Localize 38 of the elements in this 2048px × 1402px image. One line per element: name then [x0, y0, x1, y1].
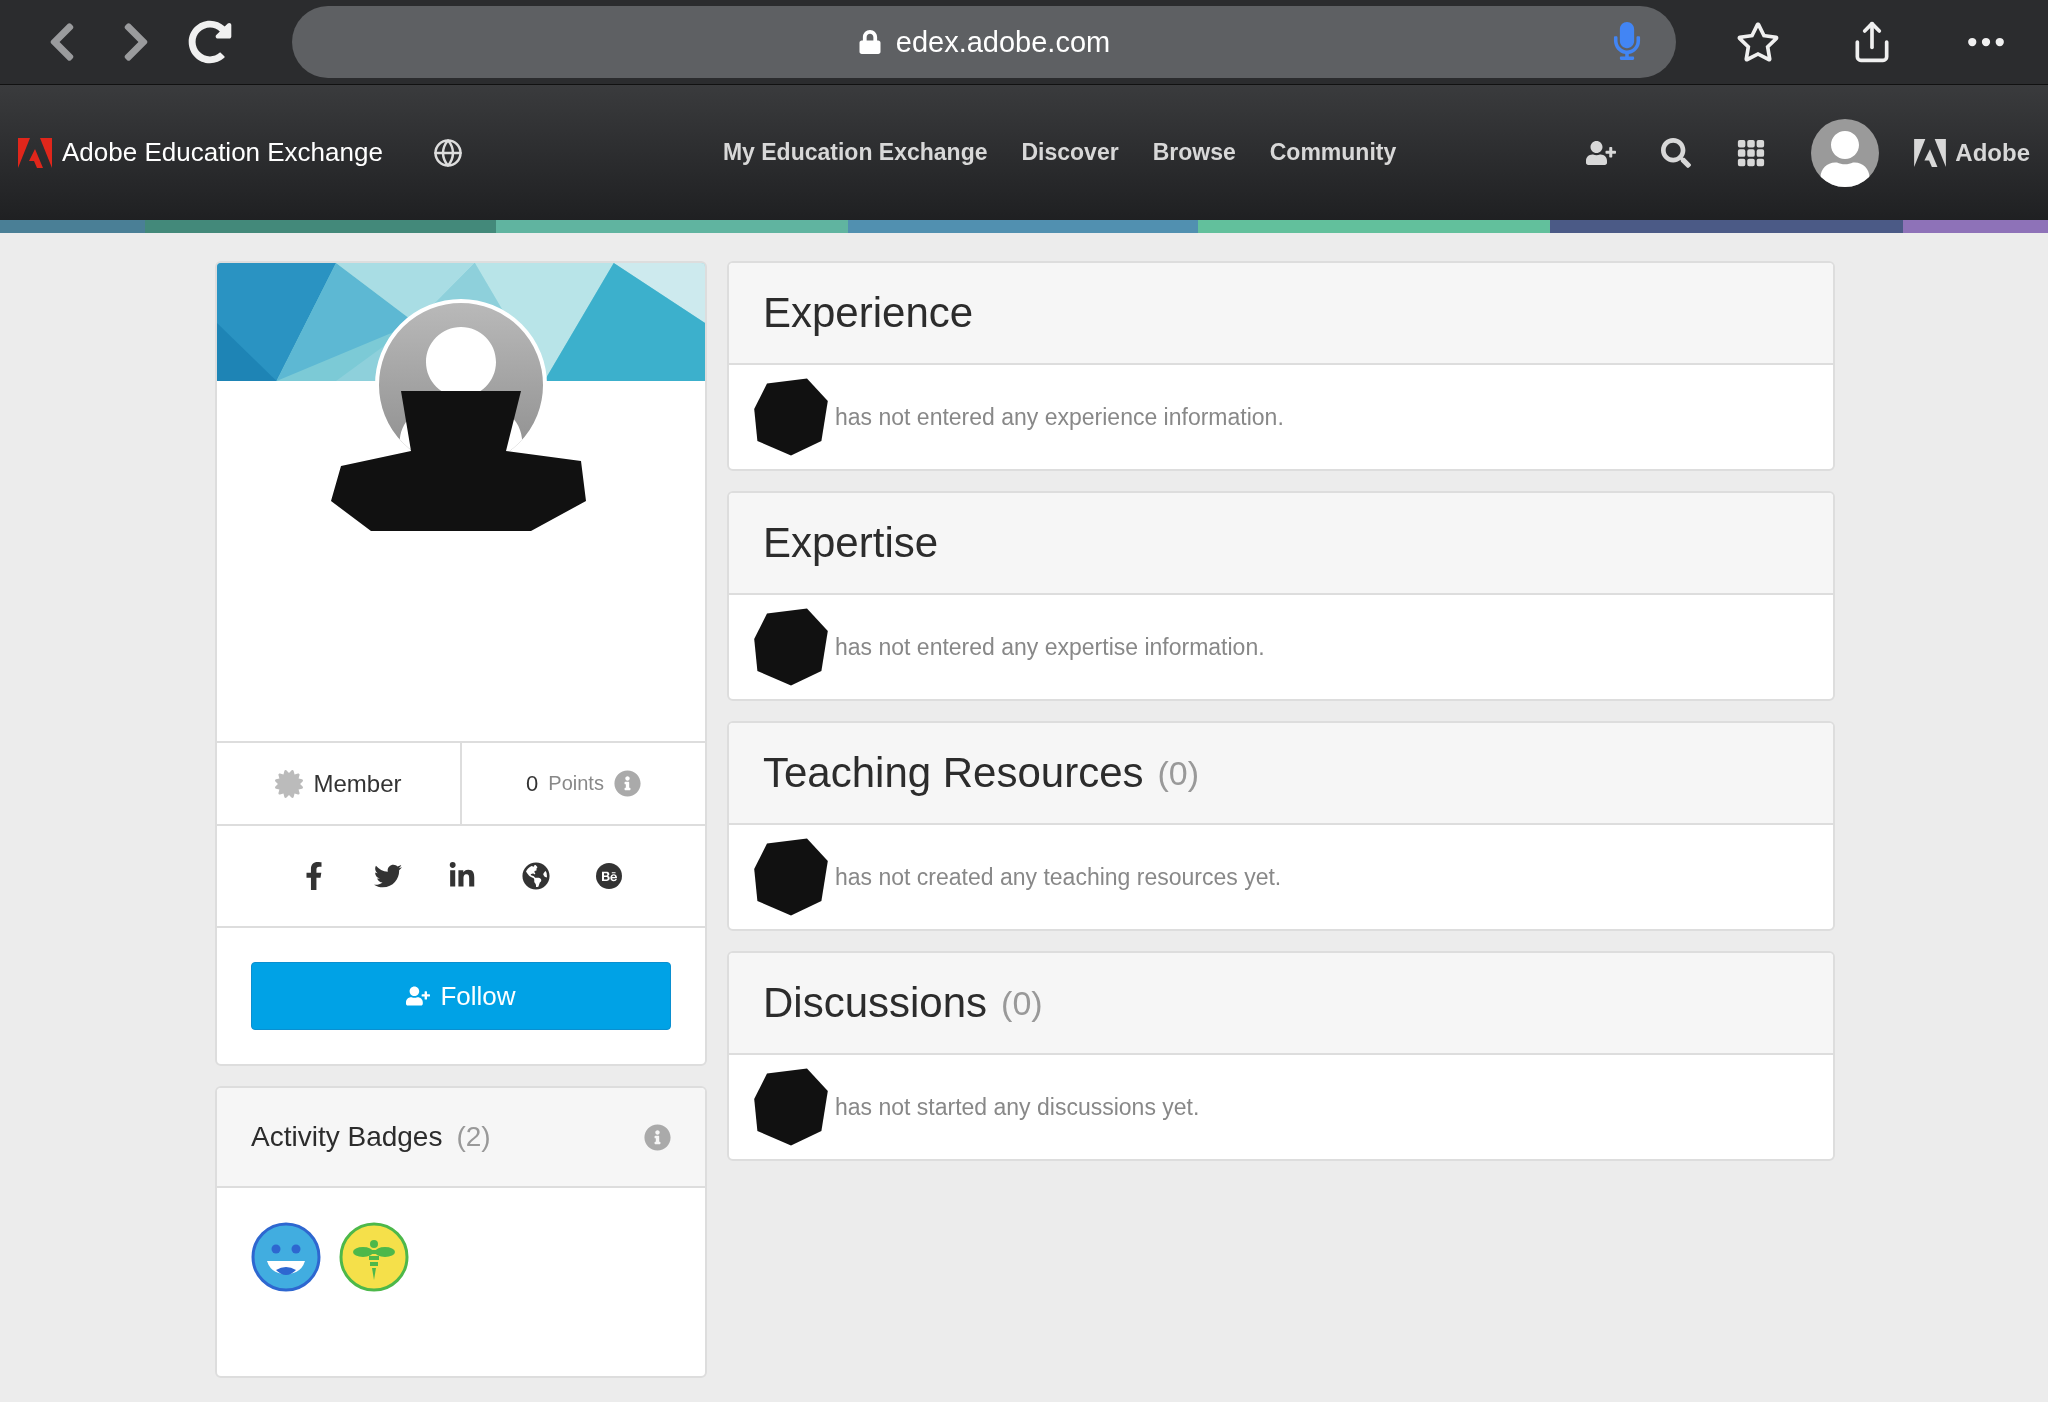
nav-link[interactable]: My Education Exchange — [722, 139, 988, 166]
add-user-icon — [406, 984, 431, 1008]
section-count: (0) — [1001, 983, 1043, 1023]
behance-icon[interactable] — [596, 863, 622, 889]
empty-message: has not started any discussions yet. — [835, 1093, 1200, 1121]
badges-count: (2) — [456, 1121, 491, 1153]
section-title: Discussions — [763, 979, 988, 1027]
points-label: Points — [548, 772, 604, 795]
linkedin-icon[interactable] — [448, 862, 476, 890]
reload-icon[interactable] — [188, 20, 232, 64]
star-icon[interactable] — [1736, 20, 1780, 64]
site-title[interactable]: Adobe Education Exchange — [62, 137, 383, 168]
section-title: Expertise — [763, 519, 939, 567]
section-count: (0) — [1157, 753, 1200, 793]
empty-message: has not entered any expertise information. — [835, 633, 1265, 661]
apps-grid-icon[interactable] — [1736, 137, 1767, 168]
logo-icon[interactable] — [18, 137, 52, 168]
twitter-icon[interactable] — [374, 862, 402, 890]
globe-icon[interactable] — [432, 137, 463, 168]
empty-message: has not entered any experience information. — [835, 403, 1284, 431]
address-field[interactable]: edex.adobe.com — [292, 6, 1676, 78]
lock-icon — [857, 30, 882, 54]
search-icon[interactable] — [1661, 137, 1692, 168]
adobe-link[interactable]: Adobe — [1955, 138, 2030, 167]
rank-icon — [275, 769, 304, 798]
bee-badge-icon — [339, 1222, 409, 1292]
adobe-logo-icon[interactable] — [1913, 138, 1948, 167]
nav-link[interactable]: Community — [1269, 139, 1397, 166]
section-title: Experience — [763, 289, 974, 337]
section-title: Teaching Resources — [763, 749, 1144, 797]
nav-link[interactable]: Discover — [1021, 139, 1119, 166]
globe-icon[interactable] — [522, 862, 550, 890]
rank-label: Member — [313, 769, 402, 798]
badges-title: Activity Badges — [251, 1121, 443, 1153]
nav-link[interactable]: Browse — [1152, 139, 1236, 166]
points-value: 0 — [526, 770, 539, 797]
empty-message: has not created any teaching resources yet. — [835, 863, 1282, 891]
smiley-badge-icon — [251, 1222, 321, 1292]
